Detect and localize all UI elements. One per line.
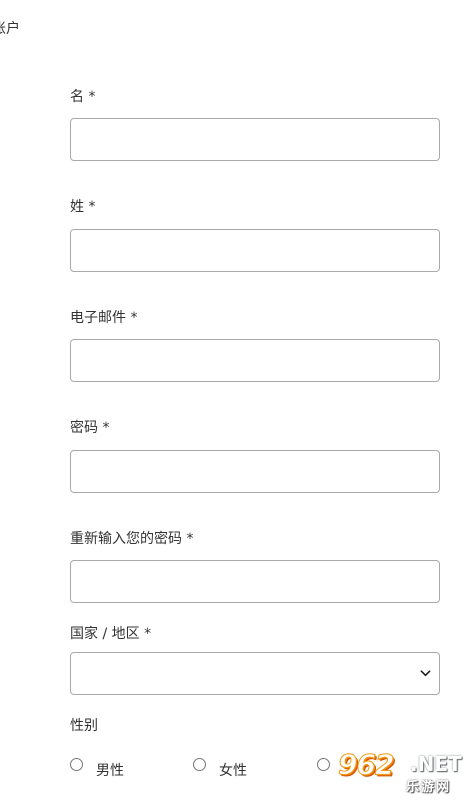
confirm-password-input[interactable]: [70, 560, 440, 603]
watermark-site-name: 乐游网: [406, 780, 452, 795]
last-name-input[interactable]: [70, 229, 440, 272]
password-label: 密码 *: [70, 420, 110, 436]
last-name-label: 姓 *: [70, 199, 96, 215]
country-label: 国家 / 地区 *: [70, 626, 152, 642]
radio-button-icon[interactable]: [317, 758, 330, 771]
confirm-password-label: 重新输入您的密码 *: [70, 531, 194, 547]
password-input[interactable]: [70, 450, 440, 493]
radio-button-icon[interactable]: [70, 758, 83, 771]
gender-option-label: 男性: [96, 763, 124, 779]
email-label: 电子邮件 *: [70, 310, 138, 326]
country-select[interactable]: [70, 652, 440, 695]
email-input[interactable]: [70, 339, 440, 382]
chevron-down-icon: [420, 670, 431, 677]
gender-option-label: 女性: [219, 763, 247, 779]
watermark-number: 962: [337, 748, 394, 782]
gender-label: 性别: [70, 718, 98, 734]
first-name-label: 名 *: [70, 89, 96, 105]
site-watermark-logo: 962 .NET 乐游网: [330, 748, 462, 796]
first-name-input[interactable]: [70, 118, 440, 161]
watermark-suffix: .NET: [410, 752, 462, 776]
radio-button-icon[interactable]: [193, 758, 206, 771]
page-title: 账户: [0, 21, 20, 37]
